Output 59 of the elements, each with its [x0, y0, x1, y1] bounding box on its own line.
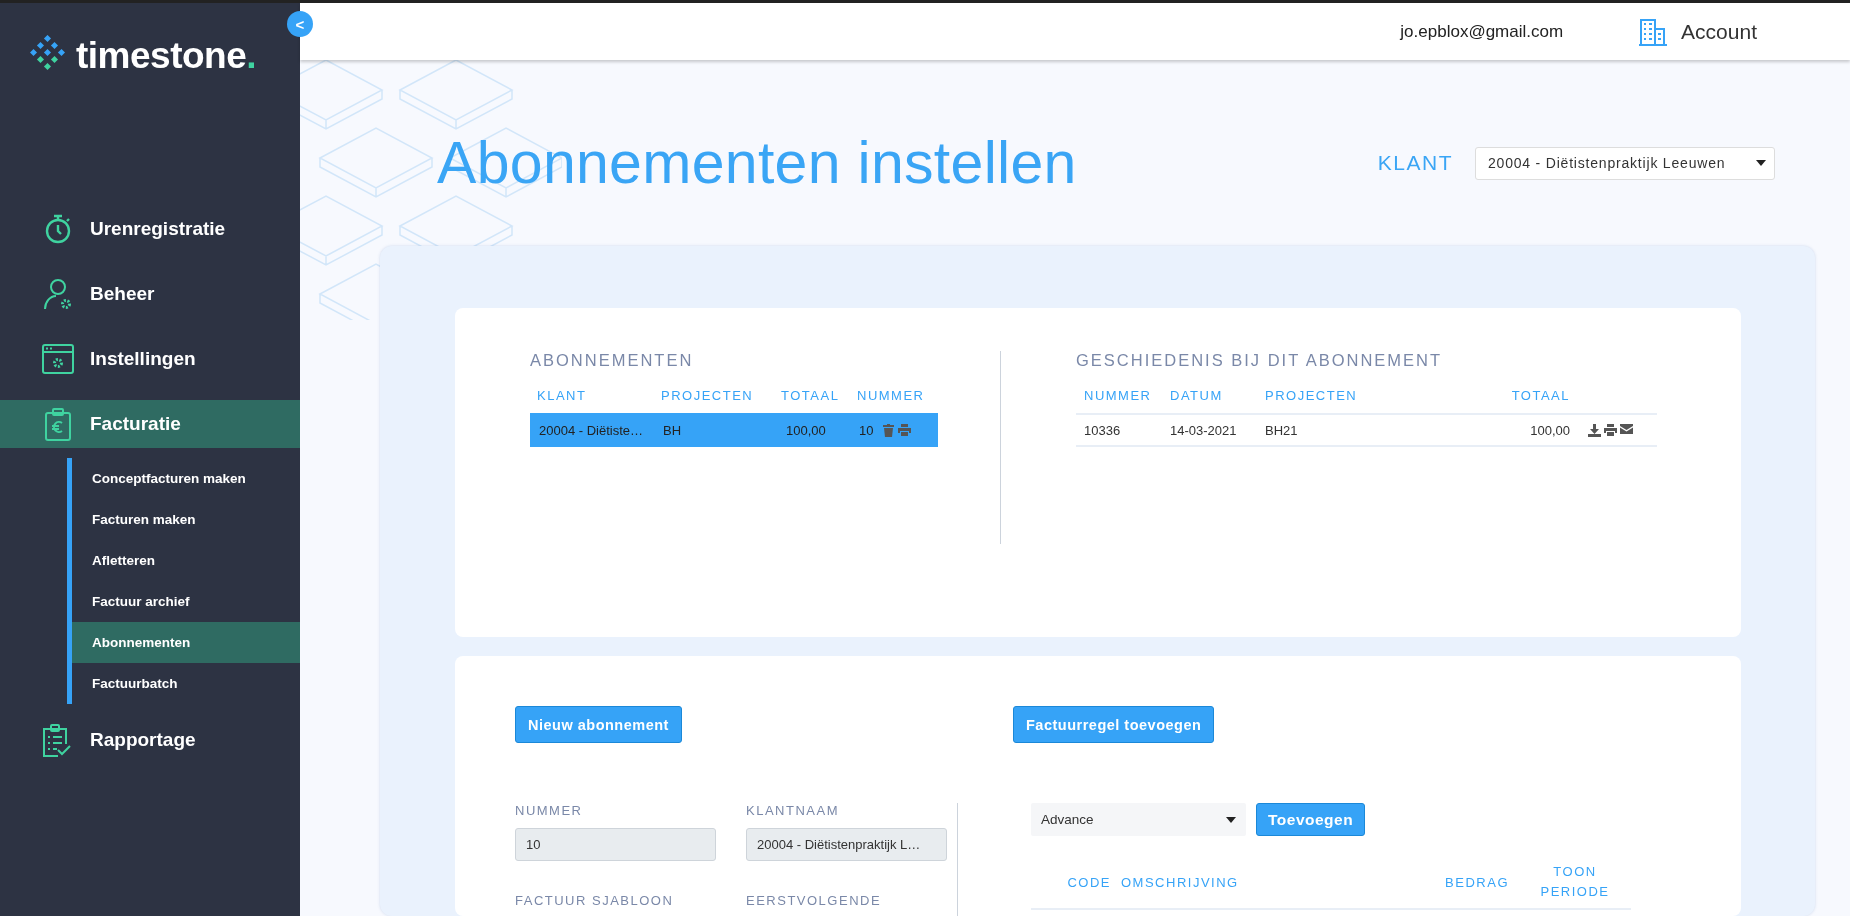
column-header: CODE: [1066, 874, 1111, 890]
column-header: PROJECTEN: [661, 388, 755, 403]
table-cell-text: BH21: [1265, 422, 1299, 438]
client-select[interactable]: 20004 - Diëtistenpraktijk Leeuwen: [1475, 146, 1775, 180]
building-icon: [1639, 17, 1668, 46]
clipboard-check-icon: [42, 723, 74, 757]
table-cell-text: BH: [663, 422, 683, 438]
table-cell-text: 20004 - Diëtiste…: [539, 422, 645, 438]
nav-item[interactable]: Facturatie: [0, 400, 300, 448]
table-cell-text: 10336: [1084, 422, 1122, 438]
submenu-item[interactable]: Factuurbatch: [72, 663, 300, 704]
user-gear-icon: [42, 278, 74, 310]
column-header: TOTAAL: [1510, 388, 1570, 403]
line-type-select[interactable]: Advance: [1031, 803, 1246, 836]
column-header: PROJECTEN: [1265, 388, 1359, 403]
clipboard-euro-icon: [42, 407, 74, 441]
window-gear-icon: [42, 344, 74, 374]
section-title: GESCHIEDENIS BIJ DIT ABONNEMENT: [1076, 351, 1444, 370]
column-header: TOON PERIODE: [1540, 863, 1610, 901]
nav-item[interactable]: Urenregistratie: [0, 205, 300, 253]
nav-item[interactable]: Rapportage: [0, 716, 300, 764]
download-icon[interactable]: [1588, 423, 1601, 437]
trash-icon[interactable]: [883, 423, 895, 437]
field-label: FACTUUR SJABLOON: [515, 893, 675, 908]
submenu-item[interactable]: Abonnementen: [72, 622, 300, 663]
column-header: KLANT: [537, 388, 588, 403]
account-menu[interactable]: Account: [1639, 17, 1757, 46]
field-label: NUMMER: [515, 803, 584, 818]
section-title: ABONNEMENTEN: [530, 351, 695, 370]
column-header: NUMMER: [857, 388, 926, 403]
column-header: DATUM: [1170, 388, 1224, 403]
submenu-item[interactable]: Factuur archief: [72, 581, 300, 622]
nav-item[interactable]: Beheer: [0, 270, 300, 318]
client-label: KLANT: [1377, 151, 1453, 175]
input-field: 20004 - Diëtistenpraktijk L…: [746, 828, 947, 861]
print-icon[interactable]: [1604, 423, 1617, 436]
submenu-item[interactable]: Facturen maken: [72, 499, 300, 540]
table-cell-text: 14-03-2021: [1170, 422, 1238, 438]
field-label: EERSTVOLGENDE: [746, 893, 883, 908]
subscription-row[interactable]: 20004 - Diëtiste… BH 100,00 10: [530, 413, 938, 447]
input-field: 10: [515, 828, 716, 861]
user-email: jo.epblox@gmail.com: [1400, 21, 1564, 42]
column-header: TOTAAL: [781, 388, 841, 403]
column-header: OMSCHRIJVING: [1121, 874, 1240, 890]
caret-icon: [1756, 160, 1766, 166]
logo-icon: [30, 35, 66, 71]
table-cell: 10: [859, 422, 874, 438]
column-header: BEDRAG: [1444, 874, 1509, 890]
page-title: Abonnementen instellen: [437, 129, 1078, 197]
column-header: NUMMER: [1084, 388, 1153, 403]
submenu-item[interactable]: Afletteren: [72, 540, 300, 581]
submenu-item[interactable]: Conceptfacturen maken: [72, 458, 300, 499]
logo-text: timestone.: [76, 35, 257, 77]
caret-icon: [1226, 816, 1236, 823]
envelope-icon[interactable]: [1620, 423, 1633, 434]
table-cell-text: 100,00: [1529, 422, 1570, 438]
field-label: KLANTNAAM: [746, 803, 840, 818]
table-cell-text: 100,00: [785, 422, 827, 438]
nav-item[interactable]: Instellingen: [0, 335, 300, 383]
